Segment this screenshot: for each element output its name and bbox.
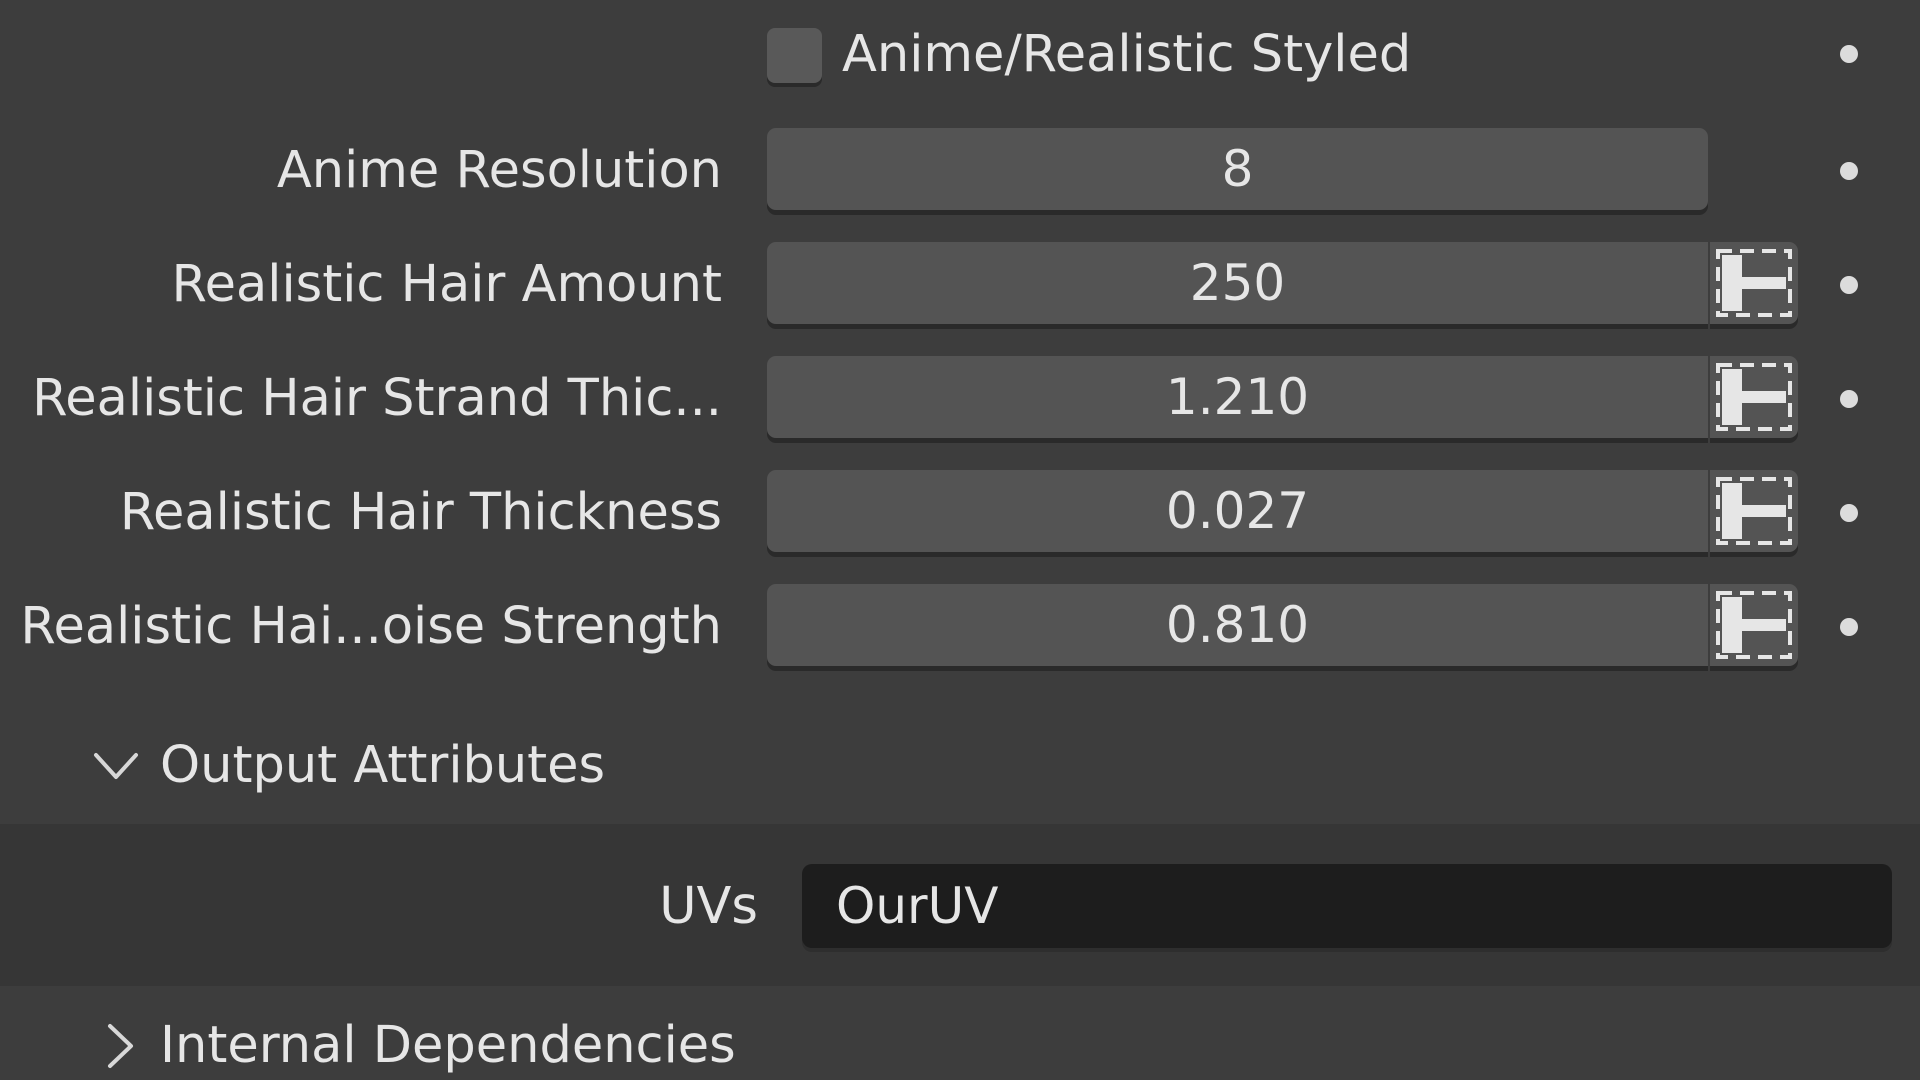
anime-realistic-label[interactable]: Anime/Realistic Styled: [842, 12, 1411, 98]
anime-resolution-field[interactable]: 8: [767, 128, 1708, 210]
anime-realistic-row: Anime/Realistic Styled: [0, 0, 1920, 86]
property-label: Realistic Hair Strand Thic...: [32, 369, 722, 428]
anime-realistic-checkbox[interactable]: [767, 28, 822, 83]
chevron-down-icon: [86, 716, 146, 816]
property-row-realistic-hair-strand-thickness: Realistic Hair Strand Thic... 1.210: [0, 356, 1920, 442]
keyframe-dot-icon[interactable]: [1840, 504, 1858, 522]
modifier-panel: Anime/Realistic Styled Anime Resolution …: [0, 0, 1920, 1080]
realistic-hair-noise-strength-field[interactable]: 0.810: [767, 584, 1708, 666]
output-attributes-title: Output Attributes: [160, 736, 606, 795]
uvs-label: UVs: [659, 877, 758, 936]
chevron-right-icon: [90, 996, 150, 1080]
realistic-hair-thickness-field[interactable]: 0.027: [767, 470, 1708, 552]
attribute-toggle-button[interactable]: [1710, 470, 1798, 552]
attribute-toggle-icon: [1716, 591, 1792, 659]
attribute-toggle-button[interactable]: [1710, 584, 1798, 666]
keyframe-dot-icon[interactable]: [1840, 162, 1858, 180]
output-attributes-header[interactable]: Output Attributes: [0, 716, 1920, 816]
attribute-toggle-icon: [1716, 363, 1792, 431]
internal-dependencies-header[interactable]: Internal Dependencies: [0, 996, 1920, 1080]
property-label: Realistic Hair Thickness: [119, 483, 722, 542]
realistic-hair-amount-field[interactable]: 250: [767, 242, 1708, 324]
internal-dependencies-title: Internal Dependencies: [160, 1016, 736, 1075]
attribute-toggle-icon: [1716, 477, 1792, 545]
property-row-realistic-hair-thickness: Realistic Hair Thickness 0.027: [0, 470, 1920, 556]
attribute-toggle-icon: [1716, 249, 1792, 317]
output-attributes-panel: UVs OurUV: [0, 824, 1920, 986]
attribute-toggle-button[interactable]: [1710, 242, 1798, 324]
uvs-name-input[interactable]: OurUV: [802, 864, 1892, 948]
property-row-anime-resolution: Anime Resolution 8: [0, 128, 1920, 214]
property-row-realistic-hair-noise-strength: Realistic Hai...oise Strength 0.810: [0, 584, 1920, 670]
keyframe-dot-icon[interactable]: [1840, 45, 1858, 63]
property-row-realistic-hair-amount: Realistic Hair Amount 250: [0, 242, 1920, 328]
keyframe-dot-icon[interactable]: [1840, 390, 1858, 408]
keyframe-dot-icon[interactable]: [1840, 276, 1858, 294]
property-label: Realistic Hair Amount: [171, 255, 722, 314]
property-label: Realistic Hai...oise Strength: [20, 597, 722, 656]
attribute-toggle-button[interactable]: [1710, 356, 1798, 438]
realistic-hair-strand-thickness-field[interactable]: 1.210: [767, 356, 1708, 438]
keyframe-dot-icon[interactable]: [1840, 618, 1858, 636]
property-label: Anime Resolution: [276, 141, 722, 200]
